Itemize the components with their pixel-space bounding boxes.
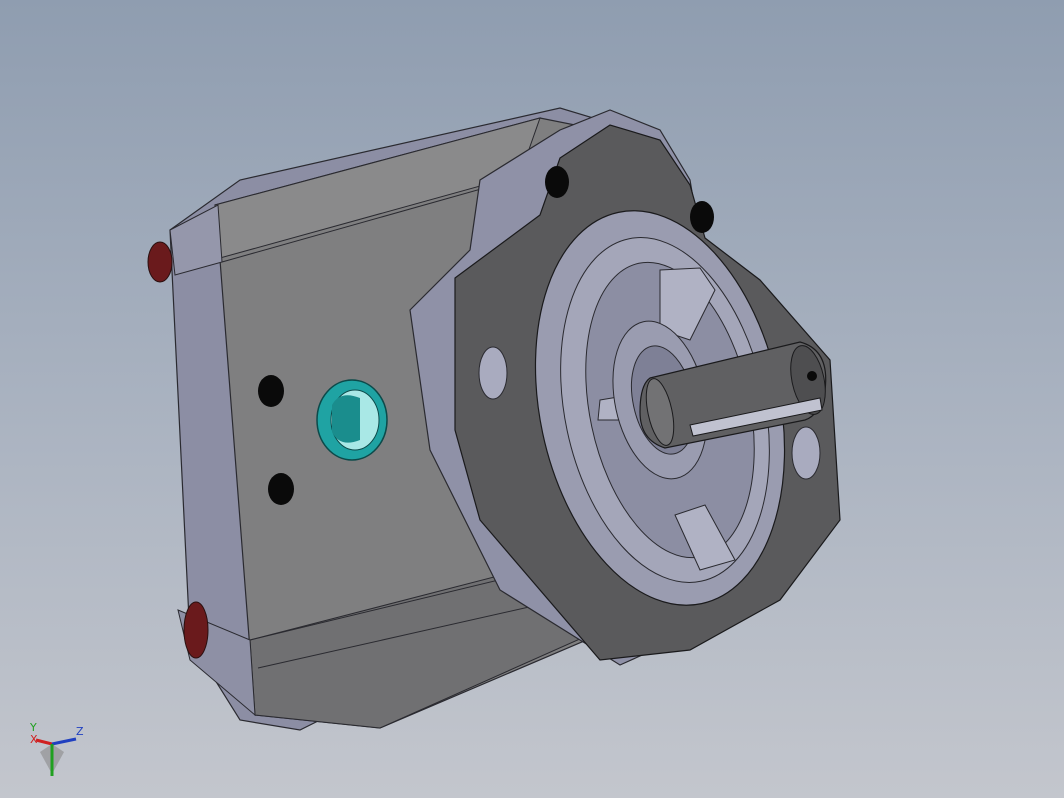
side-bolt-hole-upper[interactable] — [258, 375, 284, 407]
shaft-center-hole — [807, 371, 817, 381]
flange-hole-right[interactable] — [791, 426, 821, 480]
gear-pump-model[interactable] — [0, 0, 1064, 798]
orientation-triad[interactable]: X Y Z — [22, 722, 92, 786]
z-axis-line — [51, 737, 77, 746]
x-axis-line — [35, 738, 53, 746]
port-fitting-inner — [332, 395, 360, 443]
z-axis-label: Z — [76, 725, 84, 738]
x-axis-label: X — [30, 733, 38, 746]
side-bolt-hole-lower[interactable] — [268, 473, 294, 505]
flange-hole-left[interactable] — [478, 346, 508, 400]
cad-viewport[interactable]: X Y Z — [0, 0, 1064, 798]
flange-hole-top-right[interactable] — [690, 201, 714, 233]
flange-hole-top-left[interactable] — [545, 166, 569, 198]
locating-pin-top[interactable] — [147, 241, 173, 283]
locating-pin-bottom[interactable] — [183, 601, 209, 659]
y-axis-label: Y — [30, 721, 37, 734]
